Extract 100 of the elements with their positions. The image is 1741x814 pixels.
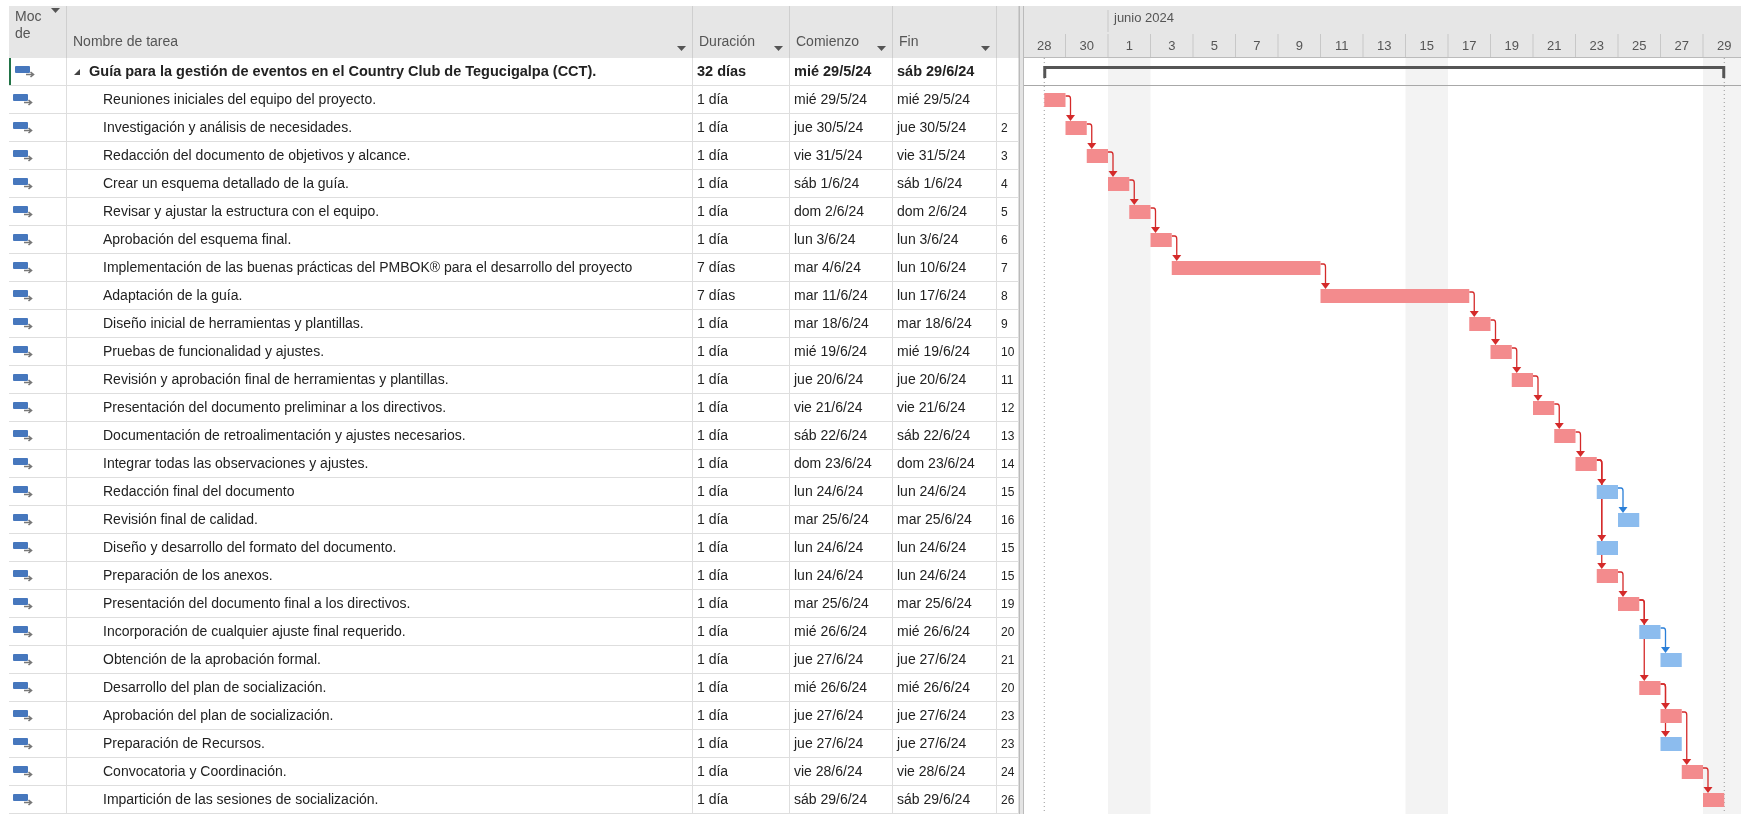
start-cell: mar 25/6/24 (790, 506, 893, 533)
day-label: 1 (1125, 38, 1133, 53)
task-mode-icon (13, 484, 35, 499)
dependency-arrow (1171, 235, 1182, 261)
task-mode-icon (13, 92, 35, 107)
task-mode-icon (15, 64, 37, 79)
finish-cell: jue 27/6/24 (893, 730, 997, 757)
task-mode-icon (13, 372, 35, 387)
task-name: Revisión y aprobación final de herramientas y plantillas. (103, 370, 449, 389)
duration-cell: 1 día (693, 702, 790, 729)
finish-cell: lun 24/6/24 (893, 562, 997, 589)
finish-cell: mar 18/6/24 (893, 310, 997, 337)
finish-cell: jue 20/6/24 (893, 366, 997, 393)
task-name: Obtención de la aprobación formal. (103, 650, 321, 669)
task-name: Crear un esquema detallado de la guía. (103, 174, 349, 193)
task-mode-icon (13, 708, 35, 723)
task-name: Impartición de las sesiones de socialización. (103, 790, 379, 809)
finish-cell: sáb 29/6/24 (893, 786, 997, 813)
column-header: Comienzo (796, 32, 860, 51)
duration-cell: 1 día (693, 366, 790, 393)
day-label: 30 (1079, 38, 1094, 53)
dependency-arrow (1553, 403, 1564, 429)
start-cell: mié 19/6/24 (790, 338, 893, 365)
duration-cell: 1 día (693, 506, 790, 533)
duration-cell: 1 día (693, 478, 790, 505)
dropdown-arrow-icon[interactable] (51, 8, 60, 14)
start-cell: sáb 29/6/24 (790, 786, 893, 813)
dependency-arrow (1617, 487, 1628, 513)
duration-cell: 1 día (693, 422, 790, 449)
start-cell: lun 3/6/24 (790, 226, 893, 253)
dropdown-arrow-icon[interactable] (774, 46, 783, 52)
dropdown-arrow-icon[interactable] (981, 46, 990, 52)
task-name: Presentación del documento final a los directivos. (103, 594, 411, 613)
start-cell: sáb 22/6/24 (790, 422, 893, 449)
duration-cell: 1 día (693, 394, 790, 421)
duration-cell: 7 días (693, 254, 790, 281)
task-mode-icon (13, 792, 35, 807)
finish-cell: vie 21/6/24 (893, 394, 997, 421)
column-header: Fin (899, 32, 919, 51)
start-cell: jue 30/5/24 (790, 114, 893, 141)
day-label: 5 (1210, 38, 1218, 53)
task-name: Diseño inicial de herramientas y plantillas. (103, 314, 364, 333)
summary-duration-cell: 32 días (693, 58, 790, 85)
finish-cell: mié 19/6/24 (893, 338, 997, 365)
task-name: Integrar todas las observaciones y ajustes. (103, 454, 369, 473)
start-cell: lun 24/6/24 (790, 478, 893, 505)
duration-cell: 1 día (693, 198, 790, 225)
duration-cell: 1 día (693, 646, 790, 673)
task-name: Preparación de Recursos. (103, 734, 265, 753)
start-cell: jue 27/6/24 (790, 730, 893, 757)
task-mode-icon (13, 764, 35, 779)
dropdown-arrow-icon[interactable] (677, 46, 686, 52)
day-label: 28 (1037, 38, 1052, 53)
task-name: Aprobación del esquema final. (103, 230, 292, 249)
task-name: Presentación del documento preliminar a los directivos. (103, 398, 447, 417)
task-name: Redacción final del documento (103, 482, 295, 501)
dependency-arrow (1702, 767, 1713, 793)
start-cell: mar 11/6/24 (790, 282, 893, 309)
dependency-arrow (1511, 347, 1522, 373)
finish-cell: mié 26/6/24 (893, 618, 997, 645)
duration-cell: 1 día (693, 758, 790, 785)
duration-cell: 1 día (693, 562, 790, 589)
dependency-arrow (1149, 207, 1160, 233)
summary-task-name: Guía para la gestión de eventos en el Country Club de Tegucigalpa (CCT). (89, 61, 597, 81)
dropdown-arrow-icon[interactable] (877, 46, 886, 52)
finish-cell: lun 24/6/24 (893, 478, 997, 505)
finish-cell: mar 25/6/24 (893, 590, 997, 617)
start-cell: jue 27/6/24 (790, 646, 893, 673)
task-mode-icon (13, 316, 35, 331)
dependency-arrow (1617, 571, 1628, 597)
task-mode-icon (13, 596, 35, 611)
day-label: 27 (1674, 38, 1689, 53)
finish-cell: mié 29/5/24 (893, 86, 997, 113)
duration-cell: 1 día (693, 534, 790, 561)
finish-cell: dom 23/6/24 (893, 450, 997, 477)
start-cell: dom 2/6/24 (790, 198, 893, 225)
duration-cell: 1 día (693, 786, 790, 813)
task-name: Redacción del documento de objetivos y alcance. (103, 146, 411, 165)
task-name: Revisar y ajustar la estructura con el equipo. (103, 202, 380, 221)
task-name: Convocatoria y Coordinación. (103, 762, 287, 781)
task-mode-icon (13, 540, 35, 555)
duration-cell: 1 día (693, 142, 790, 169)
collapse-icon[interactable] (73, 67, 81, 76)
start-cell: lun 24/6/24 (790, 534, 893, 561)
duration-cell: 1 día (693, 674, 790, 701)
task-mode-icon (13, 176, 35, 191)
start-cell: vie 31/5/24 (790, 142, 893, 169)
start-cell: vie 21/6/24 (790, 394, 893, 421)
day-label: 3 (1168, 38, 1176, 53)
day-label: 11 (1335, 38, 1349, 53)
finish-cell: lun 17/6/24 (893, 282, 997, 309)
dependency-arrow (1064, 95, 1075, 121)
start-cell: sáb 1/6/24 (790, 170, 893, 197)
summary-finish-cell: sáb 29/6/24 (893, 58, 997, 85)
task-mode-icon (13, 232, 35, 247)
task-name: Revisión final de calidad. (103, 510, 258, 529)
task-mode-icon (13, 680, 35, 695)
task-mode-icon (13, 652, 35, 667)
duration-cell: 1 día (693, 730, 790, 757)
task-mode-icon (13, 512, 35, 527)
